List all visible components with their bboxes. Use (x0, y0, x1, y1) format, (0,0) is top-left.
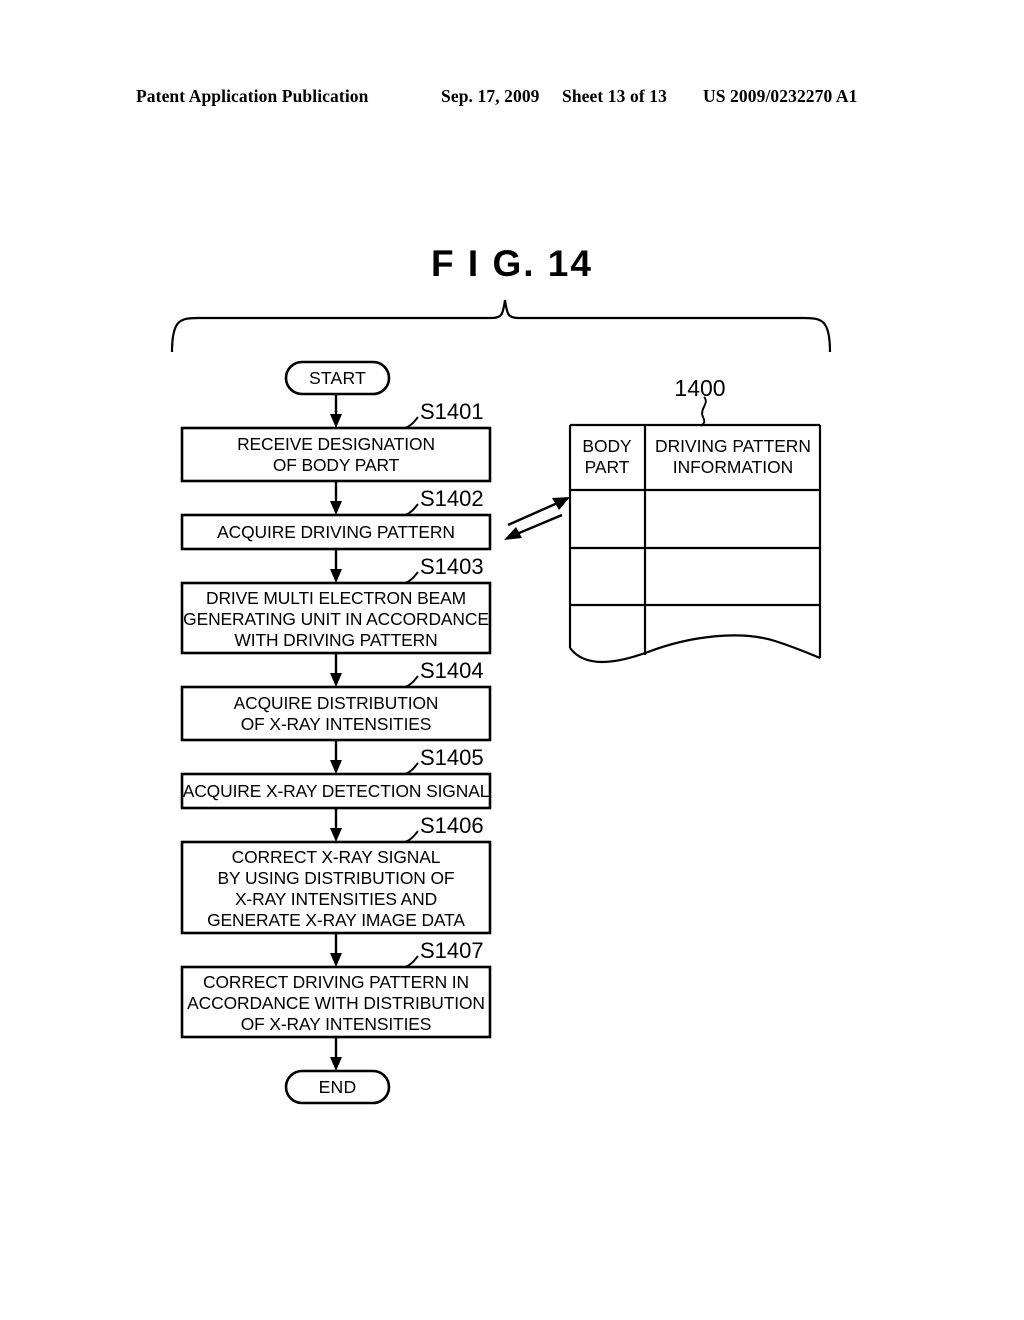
connector-table-exchange (504, 497, 570, 540)
table-col-1-line-1: BODY (582, 436, 632, 456)
step-s1403-id: S1403 (420, 554, 484, 579)
step-label-s1406: S1406 (404, 813, 484, 843)
step-label-s1405: S1405 (404, 745, 484, 775)
step-s1402-line-1: ACQUIRE DRIVING PATTERN (217, 522, 455, 542)
step-s1406-line-1: CORRECT X-RAY SIGNAL (232, 847, 441, 867)
step-label-s1401: S1401 (404, 399, 484, 429)
step-s1404-line-1: ACQUIRE DISTRIBUTION (234, 693, 439, 713)
step-box-s1401: RECEIVE DESIGNATION OF BODY PART (180, 426, 492, 483)
step-s1403-line-3: WITH DRIVING PATTERN (234, 630, 437, 650)
flow-start-node: START (284, 360, 391, 396)
connector-s1402-to-s1403 (330, 549, 342, 583)
flow-end-node: END (284, 1069, 391, 1105)
step-s1407-line-1: CORRECT DRIVING PATTERN IN (203, 972, 469, 992)
step-s1406-line-2: BY USING DISTRIBUTION OF (218, 868, 455, 888)
driving-pattern-table: BODY PART DRIVING PATTERN INFORMATION (568, 396, 822, 664)
step-s1404-id: S1404 (420, 658, 484, 683)
step-s1401-line-1: RECEIVE DESIGNATION (237, 434, 435, 454)
step-s1405-line-1: ACQUIRE X-RAY DETECTION SIGNAL (183, 781, 490, 801)
step-label-s1403: S1403 (404, 554, 484, 584)
step-s1407-line-3: OF X-RAY INTENSITIES (241, 1014, 432, 1034)
connector-s1404-to-s1405 (330, 740, 342, 774)
table-col-2-line-2: INFORMATION (673, 457, 793, 477)
step-box-s1403: DRIVE MULTI ELECTRON BEAM GENERATING UNI… (180, 581, 492, 655)
connector-s1405-to-s1406 (330, 808, 342, 842)
step-box-s1407: CORRECT DRIVING PATTERN IN ACCORDANCE WI… (180, 965, 492, 1039)
step-s1402-id: S1402 (420, 486, 484, 511)
flow-end-label: END (319, 1077, 357, 1097)
step-box-s1406: CORRECT X-RAY SIGNAL BY USING DISTRIBUTI… (180, 840, 492, 935)
step-label-s1407: S1407 (404, 938, 484, 968)
connector-s1407-to-end (330, 1037, 342, 1071)
step-label-s1402: S1402 (404, 486, 484, 516)
table-col-1-line-2: PART (585, 457, 630, 477)
flow-start-label: START (309, 368, 366, 388)
step-s1406-line-4: GENERATE X-RAY IMAGE DATA (207, 910, 465, 930)
connector-s1401-to-s1402 (330, 481, 342, 515)
step-s1403-line-1: DRIVE MULTI ELECTRON BEAM (206, 588, 466, 608)
step-s1401-line-2: OF BODY PART (273, 455, 400, 475)
step-box-s1404: ACQUIRE DISTRIBUTION OF X-RAY INTENSITIE… (180, 685, 492, 742)
step-box-s1405: ACQUIRE X-RAY DETECTION SIGNAL (180, 772, 492, 810)
step-s1401-id: S1401 (420, 399, 484, 424)
step-s1407-id: S1407 (420, 938, 484, 963)
step-s1406-id: S1406 (420, 813, 484, 838)
step-box-s1402: ACQUIRE DRIVING PATTERN (180, 513, 492, 551)
reference-numeral-1400: 1400 (674, 375, 725, 401)
step-s1404-line-2: OF X-RAY INTENSITIES (241, 714, 432, 734)
figure-brace (170, 299, 832, 353)
connector-start-to-s1401 (330, 394, 342, 428)
step-s1406-line-3: X-RAY INTENSITIES AND (235, 889, 437, 909)
connector-s1403-to-s1404 (330, 653, 342, 687)
table-col-2-line-1: DRIVING PATTERN (655, 436, 811, 456)
connector-s1406-to-s1407 (330, 933, 342, 967)
step-label-s1404: S1404 (404, 658, 484, 688)
step-s1405-id: S1405 (420, 745, 484, 770)
step-s1407-line-2: ACCORDANCE WITH DISTRIBUTION (187, 993, 485, 1013)
step-s1403-line-2: GENERATING UNIT IN ACCORDANCE (183, 609, 489, 629)
figure-canvas: START RECEIVE DESIGNATION OF BODY PART S… (170, 299, 832, 1105)
